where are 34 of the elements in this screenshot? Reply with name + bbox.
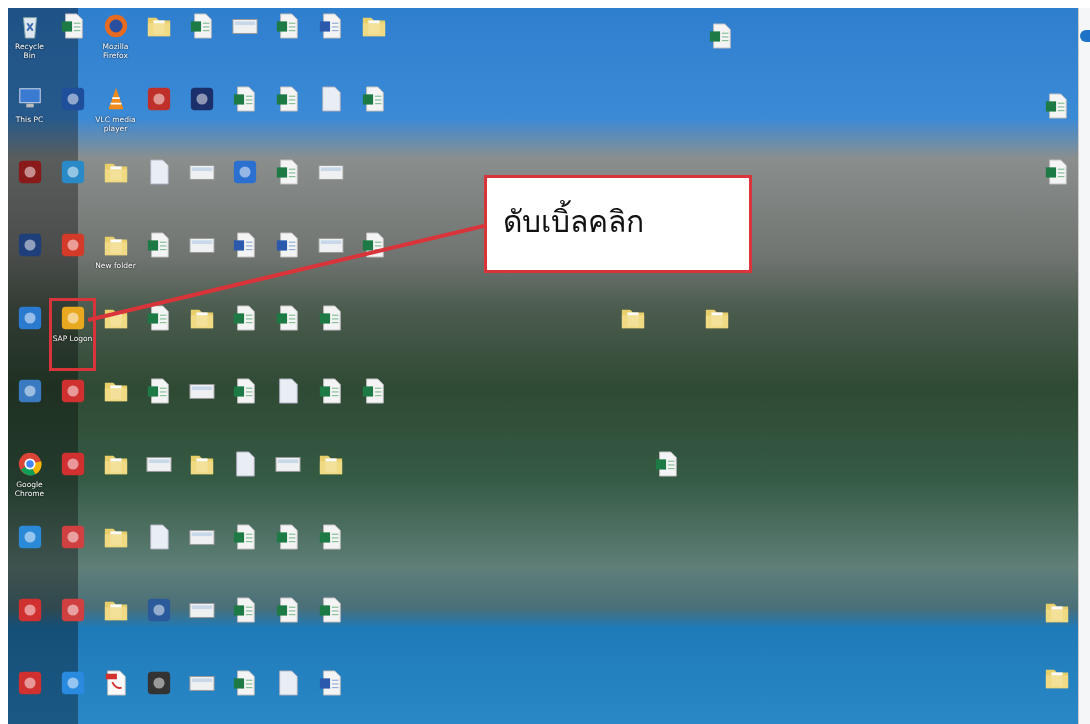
document-file-icon[interactable] [274,231,301,259]
spreadsheet-file-icon[interactable] [317,596,344,624]
document-file-icon[interactable] [317,12,344,40]
spreadsheet-file-icon[interactable] [145,377,172,405]
spreadsheet-file-icon[interactable] [231,377,258,405]
spreadsheet-file-icon[interactable] [317,523,344,551]
spreadsheet-file-icon[interactable] [231,596,258,624]
spreadsheet-file-icon[interactable] [360,377,387,405]
spreadsheet-file-icon[interactable] [654,450,680,478]
spreadsheet-file-icon[interactable] [231,523,258,551]
spreadsheet-file-icon[interactable] [708,22,734,50]
spreadsheet-file-icon[interactable] [274,304,301,332]
spreadsheet-file-icon[interactable] [274,523,301,551]
spreadsheet-file-icon[interactable] [317,304,344,332]
browser-icon[interactable] [16,450,43,478]
spreadsheet-file-icon[interactable] [231,669,258,697]
spreadsheet-file-icon[interactable] [274,85,301,113]
spreadsheet-file-icon[interactable] [274,158,301,186]
callout-text: ดับเบิ้ลคลิก [484,175,752,273]
spreadsheet-file-icon[interactable] [317,377,344,405]
spreadsheet-file-icon[interactable] [231,304,258,332]
spreadsheet-file-icon[interactable] [1044,158,1070,186]
spreadsheet-file-icon[interactable] [59,12,86,40]
spreadsheet-file-icon[interactable] [145,231,172,259]
spreadsheet-file-icon[interactable] [188,12,215,40]
document-file-icon[interactable] [231,231,258,259]
spreadsheet-file-icon[interactable] [274,12,301,40]
spreadsheet-file-icon[interactable] [360,231,387,259]
spreadsheet-file-icon[interactable] [231,85,258,113]
spreadsheet-file-icon[interactable] [274,596,301,624]
document-file-icon[interactable] [317,669,344,697]
spreadsheet-file-icon[interactable] [360,85,387,113]
spreadsheet-file-icon[interactable] [1044,92,1070,120]
spreadsheet-file-icon[interactable] [145,304,172,332]
